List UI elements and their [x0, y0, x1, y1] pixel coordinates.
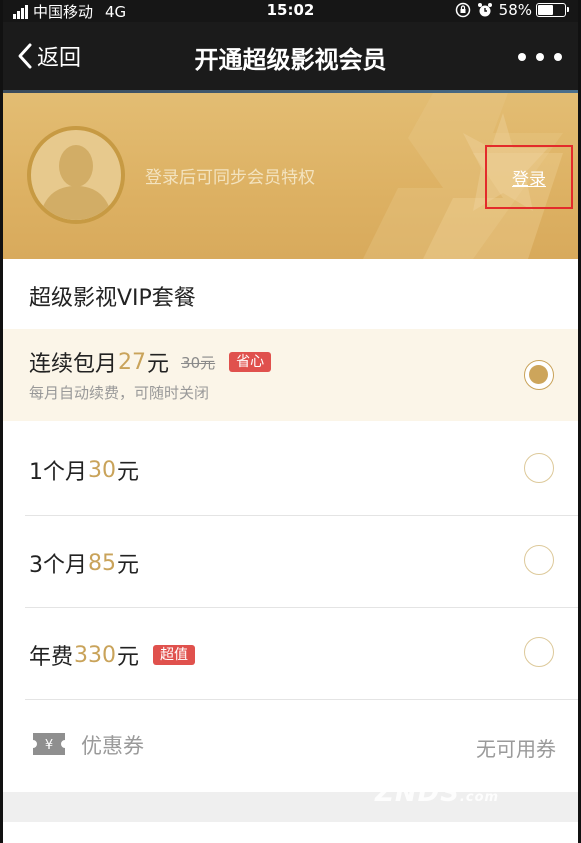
- plan-price: 30: [88, 457, 116, 483]
- default-avatar-icon: [39, 145, 113, 220]
- plan-unit: 元: [117, 645, 140, 670]
- status-right: 58%: [455, 1, 569, 19]
- rotation-lock-icon: [455, 2, 470, 18]
- login-link-label: 登录: [512, 169, 546, 190]
- plan-radio[interactable]: [524, 637, 554, 667]
- avatar[interactable]: [27, 126, 125, 224]
- plan-name: 连续包月: [29, 352, 118, 377]
- coupon-value: 无可用券: [476, 737, 556, 761]
- plan-price: 85: [88, 550, 116, 576]
- plan-radio-selected[interactable]: [524, 360, 554, 390]
- plan-row: 3个月 85 元: [29, 547, 139, 579]
- plan-radio[interactable]: [524, 453, 554, 483]
- more-dot-icon: [536, 53, 544, 61]
- plan-radio[interactable]: [524, 545, 554, 575]
- plan-tag: 超值: [153, 645, 196, 665]
- plan-unit: 元: [147, 352, 170, 377]
- nav-bar: 返回 开通超级影视会员: [3, 22, 578, 90]
- coupon-label: 优惠券: [81, 734, 144, 758]
- login-link[interactable]: 登录: [485, 145, 573, 209]
- more-dot-icon: [554, 53, 562, 61]
- plan-price: 27: [118, 349, 147, 375]
- plan-unit: 元: [117, 460, 140, 485]
- plan-name: 年费: [29, 645, 74, 670]
- section-title: 超级影视VIP套餐: [29, 286, 196, 311]
- plan-name: 1个月: [29, 460, 87, 485]
- plan-row: 1个月 30 元: [29, 454, 139, 486]
- alarm-icon: [477, 3, 492, 17]
- plan-option-monthly-auto[interactable]: 连续包月 27 元 30元 省心 每月自动续费，可随时关闭: [3, 329, 578, 421]
- watermark: ZNDS.com: [375, 778, 500, 808]
- plan-tag: 省心: [229, 352, 272, 372]
- plan-old-price: 30元: [181, 353, 216, 372]
- plan-price: 330: [74, 642, 117, 668]
- plan-row: 连续包月 27 元 30元 省心: [29, 346, 272, 378]
- plan-row: 年费 330 元 超值: [29, 639, 196, 671]
- coupon-icon: ¥: [33, 733, 65, 755]
- back-button[interactable]: 返回: [17, 40, 81, 72]
- page-title: 开通超级影视会员: [194, 46, 387, 74]
- app-screen: 中国移动 4G 15:02 58% 返回 开通超级影视会员 登录后可同步会员特权…: [0, 0, 581, 843]
- chevron-left-icon: [18, 43, 32, 69]
- plan-name: 3个月: [29, 553, 87, 578]
- plan-subtitle: 每月自动续费，可随时关闭: [29, 384, 210, 402]
- svg-text:¥: ¥: [45, 738, 53, 753]
- plan-option-3-months[interactable]: 3个月 85 元: [3, 516, 578, 608]
- plan-unit: 元: [117, 553, 140, 578]
- battery-percent: 58%: [498, 1, 532, 19]
- more-dot-icon: [518, 53, 526, 61]
- plan-option-1-month[interactable]: 1个月 30 元: [3, 422, 578, 514]
- login-hint: 登录后可同步会员特权: [145, 168, 315, 188]
- battery-icon: [536, 3, 569, 17]
- member-banner: 登录后可同步会员特权 登录: [3, 93, 578, 259]
- plan-option-yearly[interactable]: 年费 330 元 超值: [3, 608, 578, 700]
- more-button[interactable]: [518, 44, 562, 70]
- back-label: 返回: [37, 46, 82, 71]
- status-bar: 中国移动 4G 15:02 58%: [3, 0, 578, 22]
